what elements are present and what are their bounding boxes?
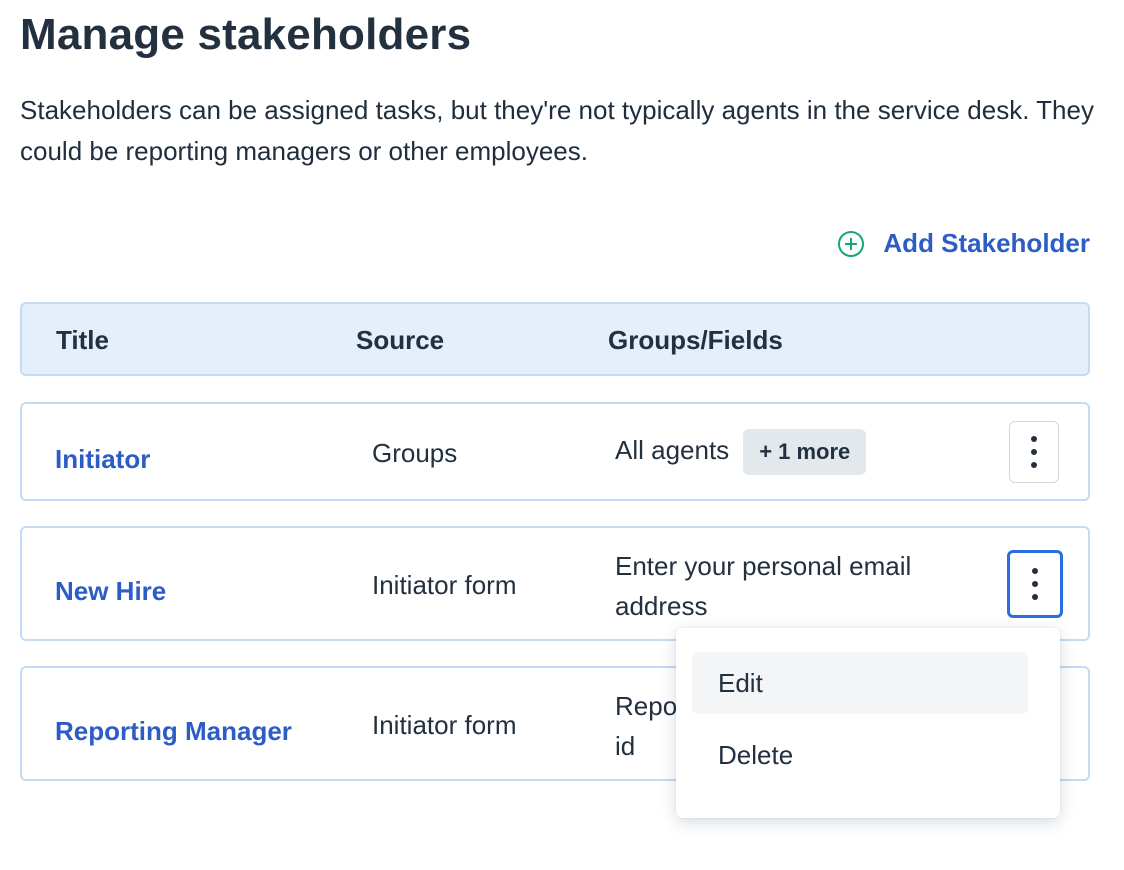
stakeholder-source: Initiator form xyxy=(372,570,517,600)
stakeholder-title-link[interactable]: Initiator xyxy=(55,444,150,475)
table-row: New Hire Initiator form Enter your perso… xyxy=(20,526,1090,641)
column-header-groups-fields: Groups/Fields xyxy=(608,325,783,355)
row-actions-menu: Edit Delete xyxy=(676,628,1060,818)
add-stakeholder-button[interactable]: Add Stakeholder xyxy=(837,228,1090,259)
plus-circle-icon xyxy=(838,230,865,257)
stakeholder-title-link[interactable]: Reporting Manager xyxy=(55,716,292,747)
menu-item-edit[interactable]: Edit xyxy=(692,652,1028,714)
more-badge[interactable]: + 1 more xyxy=(743,429,867,475)
row-actions-button[interactable] xyxy=(1009,421,1059,483)
more-vertical-icon xyxy=(1032,568,1038,600)
page-description: Stakeholders can be assigned tasks, but … xyxy=(20,95,1094,166)
table-row: Initiator Groups All agents + 1 more xyxy=(20,402,1090,501)
stakeholder-fields: Repo id xyxy=(615,691,678,761)
column-header-title: Title xyxy=(56,325,109,355)
stakeholder-title-link[interactable]: New Hire xyxy=(55,576,166,607)
more-vertical-icon xyxy=(1031,436,1037,468)
stakeholder-fields: All agents + 1 more xyxy=(615,429,867,475)
field-value: All agents xyxy=(615,434,730,465)
stakeholder-fields: Enter your personal email address xyxy=(615,551,912,621)
add-stakeholder-label: Add Stakeholder xyxy=(883,228,1090,258)
column-header-source: Source xyxy=(356,325,445,355)
stakeholder-source: Groups xyxy=(372,438,458,468)
stakeholders-page: Manage stakeholders Stakeholders can be … xyxy=(0,0,1124,870)
page-title: Manage stakeholders xyxy=(20,10,472,59)
table-header: Title Source Groups/Fields xyxy=(20,302,1090,376)
row-actions-button[interactable] xyxy=(1007,550,1063,618)
menu-item-delete[interactable]: Delete xyxy=(692,724,1028,786)
stakeholder-source: Initiator form xyxy=(372,710,517,740)
